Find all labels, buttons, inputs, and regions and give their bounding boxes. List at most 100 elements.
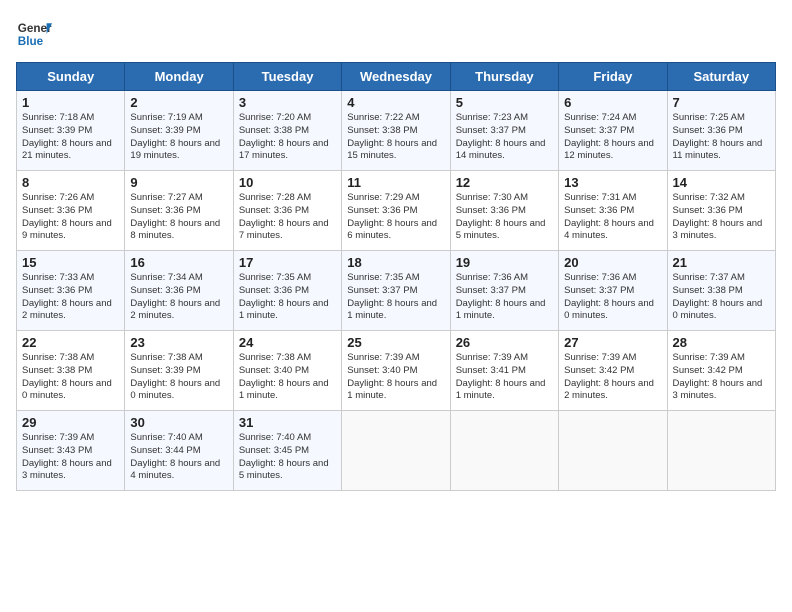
day-number: 18 [347, 255, 444, 270]
day-number: 27 [564, 335, 661, 350]
calendar-cell: 29Sunrise: 7:39 AM Sunset: 3:43 PM Dayli… [17, 411, 125, 491]
day-number: 21 [673, 255, 770, 270]
day-number: 16 [130, 255, 227, 270]
day-number: 28 [673, 335, 770, 350]
cell-info: Sunrise: 7:26 AM Sunset: 3:36 PM Dayligh… [22, 192, 119, 243]
calendar-week-2: 8 Sunrise: 7:26 AM Sunset: 3:36 PM Daylig… [17, 171, 776, 251]
day-number: 6 [564, 95, 661, 110]
day-number: 15 [22, 255, 119, 270]
cell-info: Sunrise: 7:32 AM Sunset: 3:36 PM Dayligh… [673, 192, 770, 243]
calendar-cell: 13 Sunrise: 7:31 AM Sunset: 3:36 PM Dayli… [559, 171, 667, 251]
calendar-cell: 14 Sunrise: 7:32 AM Sunset: 3:36 PM Dayli… [667, 171, 775, 251]
calendar-cell: 25Sunrise: 7:39 AM Sunset: 3:40 PM Dayli… [342, 331, 450, 411]
day-number: 8 [22, 175, 119, 190]
header-cell-friday: Friday [559, 63, 667, 91]
header-cell-thursday: Thursday [450, 63, 558, 91]
calendar-cell: 6 Sunrise: 7:24 AM Sunset: 3:37 PM Daylig… [559, 91, 667, 171]
cell-info: Sunrise: 7:29 AM Sunset: 3:36 PM Dayligh… [347, 192, 444, 243]
day-number: 9 [130, 175, 227, 190]
day-number: 23 [130, 335, 227, 350]
calendar-cell: 7Sunrise: 7:25 AM Sunset: 3:36 PM Daylig… [667, 91, 775, 171]
logo: General Blue [16, 16, 52, 52]
cell-info: Sunrise: 7:18 AM Sunset: 3:39 PM Dayligh… [22, 112, 119, 163]
logo-icon: General Blue [16, 16, 52, 52]
cell-info: Sunrise: 7:24 AM Sunset: 3:37 PM Dayligh… [564, 112, 661, 163]
cell-info: Sunrise: 7:34 AM Sunset: 3:36 PM Dayligh… [130, 272, 227, 323]
calendar-cell: 11 Sunrise: 7:29 AM Sunset: 3:36 PM Dayli… [342, 171, 450, 251]
day-number: 30 [130, 415, 227, 430]
cell-info: Sunrise: 7:27 AM Sunset: 3:36 PM Dayligh… [130, 192, 227, 243]
cell-info: Sunrise: 7:40 AM Sunset: 3:44 PM Dayligh… [130, 432, 227, 483]
cell-info: Sunrise: 7:38 AM Sunset: 3:39 PM Dayligh… [130, 352, 227, 403]
cell-info: Sunrise: 7:37 AM Sunset: 3:38 PM Dayligh… [673, 272, 770, 323]
calendar-cell: 1 Sunrise: 7:18 AM Sunset: 3:39 PM Daylig… [17, 91, 125, 171]
day-number: 31 [239, 415, 336, 430]
cell-info: Sunrise: 7:22 AM Sunset: 3:38 PM Dayligh… [347, 112, 444, 163]
cell-info: Sunrise: 7:30 AM Sunset: 3:36 PM Dayligh… [456, 192, 553, 243]
cell-info: Sunrise: 7:36 AM Sunset: 3:37 PM Dayligh… [564, 272, 661, 323]
day-number: 5 [456, 95, 553, 110]
calendar-cell: 8 Sunrise: 7:26 AM Sunset: 3:36 PM Daylig… [17, 171, 125, 251]
calendar-cell: 5 Sunrise: 7:23 AM Sunset: 3:37 PM Daylig… [450, 91, 558, 171]
calendar-cell: 31 Sunrise: 7:40 AM Sunset: 3:45 PM Dayli… [233, 411, 341, 491]
calendar-cell: 9 Sunrise: 7:27 AM Sunset: 3:36 PM Daylig… [125, 171, 233, 251]
cell-info: Sunrise: 7:25 AM Sunset: 3:36 PM Dayligh… [673, 112, 770, 163]
calendar-week-3: 15Sunrise: 7:33 AM Sunset: 3:36 PM Dayli… [17, 251, 776, 331]
calendar-cell: 12 Sunrise: 7:30 AM Sunset: 3:36 PM Dayli… [450, 171, 558, 251]
day-number: 11 [347, 175, 444, 190]
day-number: 14 [673, 175, 770, 190]
header-cell-tuesday: Tuesday [233, 63, 341, 91]
calendar-week-4: 22Sunrise: 7:38 AM Sunset: 3:38 PM Dayli… [17, 331, 776, 411]
cell-info: Sunrise: 7:36 AM Sunset: 3:37 PM Dayligh… [456, 272, 553, 323]
cell-info: Sunrise: 7:39 AM Sunset: 3:42 PM Dayligh… [673, 352, 770, 403]
header-cell-saturday: Saturday [667, 63, 775, 91]
calendar-cell: 23 Sunrise: 7:38 AM Sunset: 3:39 PM Dayli… [125, 331, 233, 411]
cell-info: Sunrise: 7:39 AM Sunset: 3:42 PM Dayligh… [564, 352, 661, 403]
calendar-cell: 22Sunrise: 7:38 AM Sunset: 3:38 PM Dayli… [17, 331, 125, 411]
cell-info: Sunrise: 7:39 AM Sunset: 3:40 PM Dayligh… [347, 352, 444, 403]
day-number: 22 [22, 335, 119, 350]
calendar-cell: 24Sunrise: 7:38 AM Sunset: 3:40 PM Dayli… [233, 331, 341, 411]
day-number: 10 [239, 175, 336, 190]
cell-info: Sunrise: 7:31 AM Sunset: 3:36 PM Dayligh… [564, 192, 661, 243]
calendar-cell [667, 411, 775, 491]
day-number: 12 [456, 175, 553, 190]
day-number: 2 [130, 95, 227, 110]
cell-info: Sunrise: 7:20 AM Sunset: 3:38 PM Dayligh… [239, 112, 336, 163]
header-cell-sunday: Sunday [17, 63, 125, 91]
calendar-cell: 4 Sunrise: 7:22 AM Sunset: 3:38 PM Daylig… [342, 91, 450, 171]
day-number: 26 [456, 335, 553, 350]
header-cell-wednesday: Wednesday [342, 63, 450, 91]
cell-info: Sunrise: 7:35 AM Sunset: 3:36 PM Dayligh… [239, 272, 336, 323]
cell-info: Sunrise: 7:23 AM Sunset: 3:37 PM Dayligh… [456, 112, 553, 163]
day-number: 29 [22, 415, 119, 430]
calendar-cell: 28 Sunrise: 7:39 AM Sunset: 3:42 PM Dayli… [667, 331, 775, 411]
calendar-cell: 16 Sunrise: 7:34 AM Sunset: 3:36 PM Dayli… [125, 251, 233, 331]
calendar-cell: 27 Sunrise: 7:39 AM Sunset: 3:42 PM Dayli… [559, 331, 667, 411]
calendar-cell [559, 411, 667, 491]
cell-info: Sunrise: 7:40 AM Sunset: 3:45 PM Dayligh… [239, 432, 336, 483]
day-number: 20 [564, 255, 661, 270]
day-number: 19 [456, 255, 553, 270]
calendar-cell: 3 Sunrise: 7:20 AM Sunset: 3:38 PM Daylig… [233, 91, 341, 171]
calendar-cell: 17 Sunrise: 7:35 AM Sunset: 3:36 PM Dayli… [233, 251, 341, 331]
header-cell-monday: Monday [125, 63, 233, 91]
calendar-cell: 15Sunrise: 7:33 AM Sunset: 3:36 PM Dayli… [17, 251, 125, 331]
day-number: 13 [564, 175, 661, 190]
day-number: 1 [22, 95, 119, 110]
svg-text:Blue: Blue [18, 35, 44, 48]
cell-info: Sunrise: 7:19 AM Sunset: 3:39 PM Dayligh… [130, 112, 227, 163]
calendar-cell: 30 Sunrise: 7:40 AM Sunset: 3:44 PM Dayli… [125, 411, 233, 491]
cell-info: Sunrise: 7:38 AM Sunset: 3:40 PM Dayligh… [239, 352, 336, 403]
calendar-cell: 21 Sunrise: 7:37 AM Sunset: 3:38 PM Dayli… [667, 251, 775, 331]
cell-info: Sunrise: 7:28 AM Sunset: 3:36 PM Dayligh… [239, 192, 336, 243]
day-number: 17 [239, 255, 336, 270]
cell-info: Sunrise: 7:35 AM Sunset: 3:37 PM Dayligh… [347, 272, 444, 323]
calendar-cell: 10 Sunrise: 7:28 AM Sunset: 3:36 PM Dayli… [233, 171, 341, 251]
calendar-header-row: SundayMondayTuesdayWednesdayThursdayFrid… [17, 63, 776, 91]
calendar-cell: 19 Sunrise: 7:36 AM Sunset: 3:37 PM Dayli… [450, 251, 558, 331]
day-number: 3 [239, 95, 336, 110]
calendar-cell: 20 Sunrise: 7:36 AM Sunset: 3:37 PM Dayli… [559, 251, 667, 331]
day-number: 4 [347, 95, 444, 110]
calendar-cell: 18 Sunrise: 7:35 AM Sunset: 3:37 PM Dayli… [342, 251, 450, 331]
